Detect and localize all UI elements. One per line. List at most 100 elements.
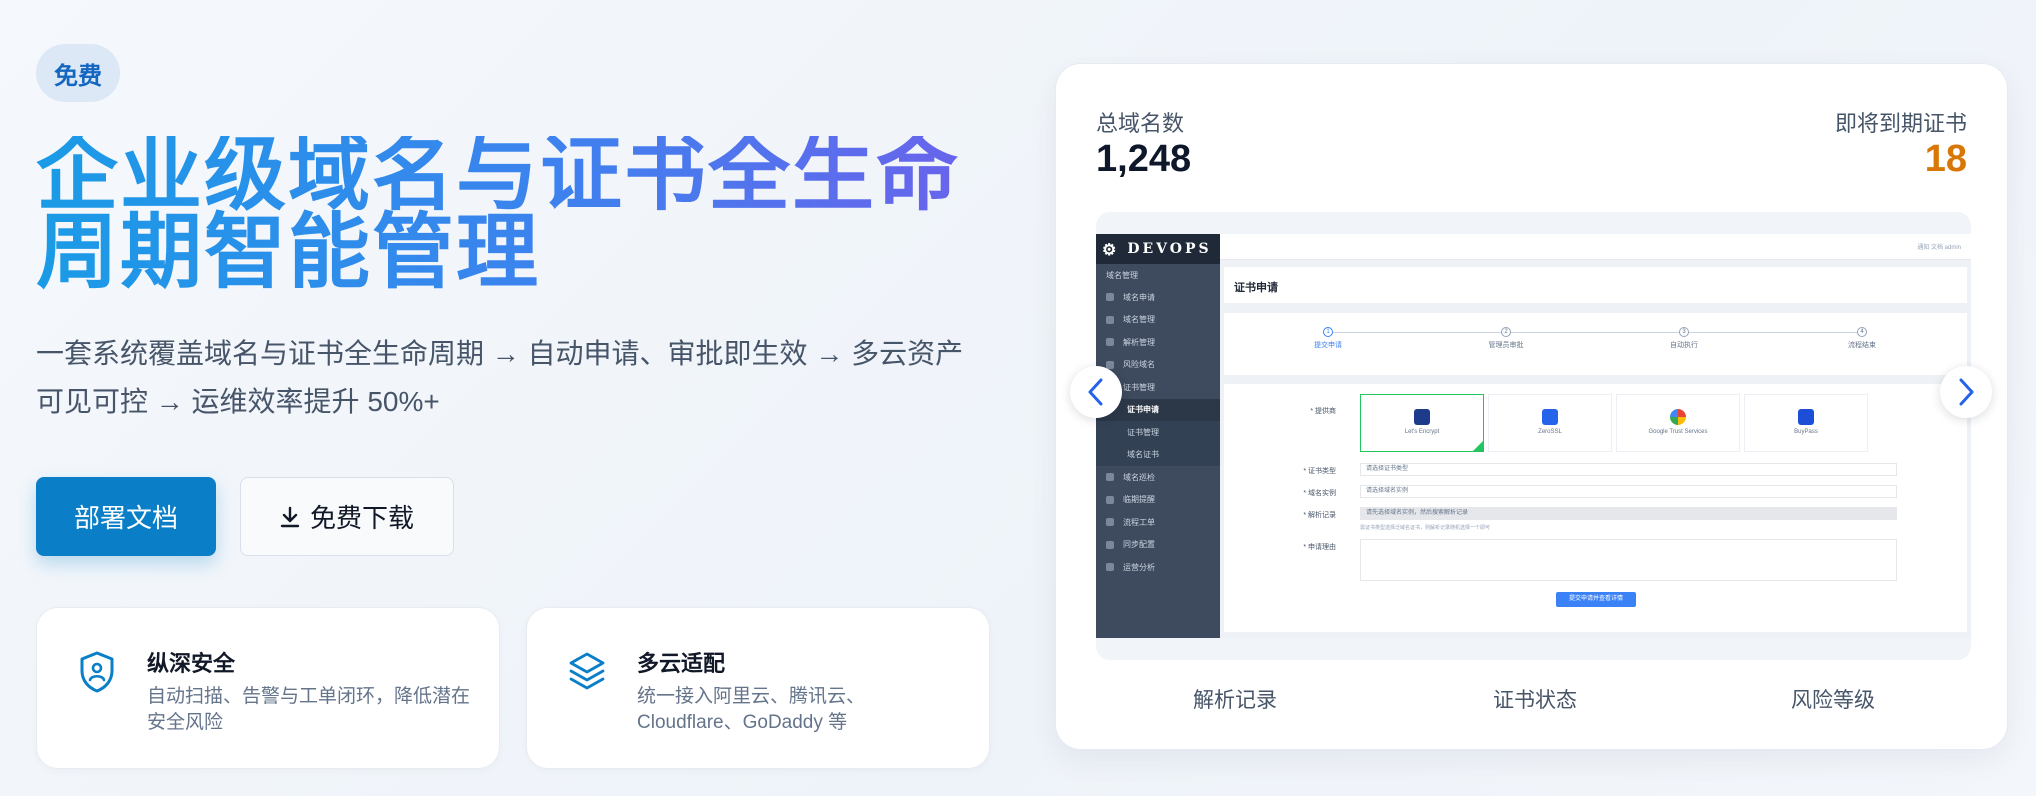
mini-menu-item: 域名申请 — [1096, 286, 1220, 309]
mini-group-title: 域名管理 — [1106, 270, 1138, 280]
mini-page-title: 证书申请 — [1234, 282, 1278, 294]
preview-panel: 总域名数 1,248 即将到期证书 18 ⚙ DEVOPS 域名管理 域名申请 … — [1055, 63, 2008, 750]
selected-corner — [1473, 441, 1483, 451]
mini-logo: ⚙ DEVOPS — [1096, 234, 1220, 264]
mini-menu-label: 域名巡检 — [1123, 472, 1155, 482]
app-screenshot: ⚙ DEVOPS 域名管理 域名申请 域名管理 解析管理 风险域名 证书管理 证… — [1096, 212, 1971, 660]
hero-subtitle-line-1: 一套系统覆盖域名与证书全生命周期 → 自动申请、审批即生效 → 多云资产 — [36, 338, 964, 369]
gear-icon: ⚙ — [1102, 239, 1120, 259]
step-line — [1328, 332, 1863, 333]
mini-main: 通知 文档 admin 证书申请 1 提交申请 2 管理员审批 3 自动执行 4 流程结… — [1220, 234, 1971, 638]
deploy-docs-button[interactable]: 部署文档 — [36, 477, 216, 556]
mini-menu-label: 域名申请 — [1123, 292, 1155, 302]
lock-icon — [1414, 409, 1430, 425]
mini-page-header: 证书申请 — [1224, 267, 1967, 303]
form-label: * 域名实例 — [1303, 490, 1336, 497]
mini-logo-text: DEVOPS — [1127, 241, 1212, 257]
carousel-next-button[interactable] — [1940, 366, 1992, 418]
provider-option: Let's Encrypt — [1360, 394, 1484, 452]
menu-icon — [1106, 315, 1114, 324]
mini-menu-item: 临期提醒 — [1096, 489, 1220, 512]
mini-menu-item: 域名巡检 — [1096, 466, 1220, 489]
carousel-label-cert-status[interactable]: 证书状态 — [1493, 684, 1577, 714]
expiring-certs-value: 18 — [1924, 138, 1967, 180]
mini-topbar-links: 通知 文档 admin — [1917, 245, 1961, 251]
provider-option: ZeroSSL — [1488, 394, 1612, 452]
mini-submenu-item: 证书管理 — [1096, 421, 1220, 444]
chevron-right-icon — [1959, 378, 1974, 406]
form-label: * 证书类型 — [1303, 468, 1336, 475]
mini-menu-label: 解析管理 — [1123, 337, 1155, 347]
mini-menu-item: 流程工单 — [1096, 511, 1220, 534]
mini-menu-label: 运营分析 — [1123, 562, 1155, 572]
mini-menu-label: 流程工单 — [1123, 517, 1155, 527]
mini-menu-item: 风险域名 — [1096, 354, 1220, 377]
cert-type-select: 请选择证书类型 — [1360, 463, 1897, 476]
provider-label: Let's Encrypt — [1404, 429, 1440, 435]
step-label: 管理员审批 — [1488, 342, 1524, 349]
mini-menu-item: 运营分析 — [1096, 556, 1220, 579]
menu-icon — [1106, 518, 1114, 527]
download-icon — [280, 506, 300, 527]
zerossl-icon — [1542, 409, 1558, 425]
hero-subtitle: 一套系统覆盖域名与证书全生命周期 → 自动申请、审批即生效 → 多云资产 可见可… — [36, 330, 996, 426]
step-item: 2 管理员审批 — [1488, 327, 1524, 349]
step-item: 1 提交申请 — [1314, 327, 1342, 349]
carousel-label-risk[interactable]: 风险等级 — [1791, 684, 1875, 714]
page-title: 企业级域名与证书全生命周期智能管理 — [36, 134, 976, 294]
mini-menu-item: 解析管理 — [1096, 331, 1220, 354]
feature-title: 多云适配 — [637, 651, 726, 676]
mini-menu-label: 证书管理 — [1123, 382, 1155, 392]
feature-desc: 统一接入阿里云、腾讯云、Cloudflare、GoDaddy 等 — [637, 686, 866, 733]
feature-desc: 自动扫描、告警与工单闭环，降低潜在安全风险 — [147, 686, 471, 733]
dns-record-select: 请先选择域名实例，然后搜索解析记录 — [1360, 507, 1897, 520]
chevron-left-icon — [1088, 378, 1103, 406]
menu-icon — [1106, 473, 1114, 482]
mini-menu-label: 域名管理 — [1123, 315, 1155, 325]
menu-icon — [1106, 495, 1114, 504]
domain-instance-select: 请选择域名实例 — [1360, 485, 1897, 498]
reason-textarea — [1360, 539, 1897, 581]
google-icon — [1670, 409, 1686, 425]
feature-card-multicloud: 多云适配 统一接入阿里云、腾讯云、Cloudflare、GoDaddy 等 — [526, 607, 990, 769]
carousel-prev-button[interactable] — [1070, 366, 1122, 418]
step-item: 4 流程结束 — [1848, 327, 1876, 349]
free-download-button[interactable]: 免费下载 — [240, 477, 454, 556]
form-label: * 申请理由 — [1303, 544, 1336, 551]
mini-steps: 1 提交申请 2 管理员审批 3 自动执行 4 流程结束 — [1224, 313, 1967, 375]
mini-menu-label: 同步配置 — [1123, 540, 1155, 550]
menu-icon — [1106, 293, 1114, 302]
step-label: 提交申请 — [1314, 342, 1342, 349]
form-label: * 解析记录 — [1303, 512, 1336, 519]
provider-label: Google Trust Services — [1648, 429, 1708, 435]
mini-menu-item: 域名管理 — [1096, 309, 1220, 332]
step-label: 自动执行 — [1670, 342, 1698, 349]
mini-menu-label: 临期提醒 — [1123, 495, 1155, 505]
shield-icon — [80, 651, 114, 693]
expiring-certs-label: 即将到期证书 — [1834, 111, 1967, 136]
buypass-icon — [1798, 409, 1814, 425]
mini-topbar: 通知 文档 admin — [1220, 234, 1971, 260]
carousel-label-dns[interactable]: 解析记录 — [1193, 684, 1277, 714]
mini-form: * 提供商 Let's Encrypt ZeroSSL Google Trust… — [1224, 384, 1967, 632]
menu-icon — [1106, 563, 1114, 572]
form-hint: 需证书类型选择泛域名证书，则解析记录随机选择一个即可 — [1360, 525, 1491, 531]
provider-option: BuyPass — [1744, 394, 1868, 452]
provider-label: BuyPass — [1794, 429, 1818, 435]
mini-menu-item: 同步配置 — [1096, 534, 1220, 557]
layers-icon — [569, 652, 605, 690]
feature-card-security: 纵深安全 自动扫描、告警与工单闭环，降低潜在安全风险 — [36, 607, 500, 769]
step-label: 流程结束 — [1848, 342, 1876, 349]
free-badge: 免费 — [36, 44, 120, 102]
total-domains-label: 总域名数 — [1096, 111, 1185, 136]
mini-sidebar: ⚙ DEVOPS 域名管理 域名申请 域名管理 解析管理 风险域名 证书管理 证… — [1096, 234, 1220, 638]
feature-title: 纵深安全 — [147, 651, 236, 676]
total-domains-value: 1,248 — [1096, 138, 1192, 180]
provider-option: Google Trust Services — [1616, 394, 1740, 452]
mini-submit-button: 提交申请并查看详情 — [1556, 592, 1636, 607]
menu-icon — [1106, 338, 1114, 347]
step-item: 3 自动执行 — [1670, 327, 1698, 349]
mini-menu-label: 风险域名 — [1123, 360, 1155, 370]
mini-submenu-item: 域名证书 — [1096, 443, 1220, 466]
form-label: * 提供商 — [1310, 408, 1336, 415]
